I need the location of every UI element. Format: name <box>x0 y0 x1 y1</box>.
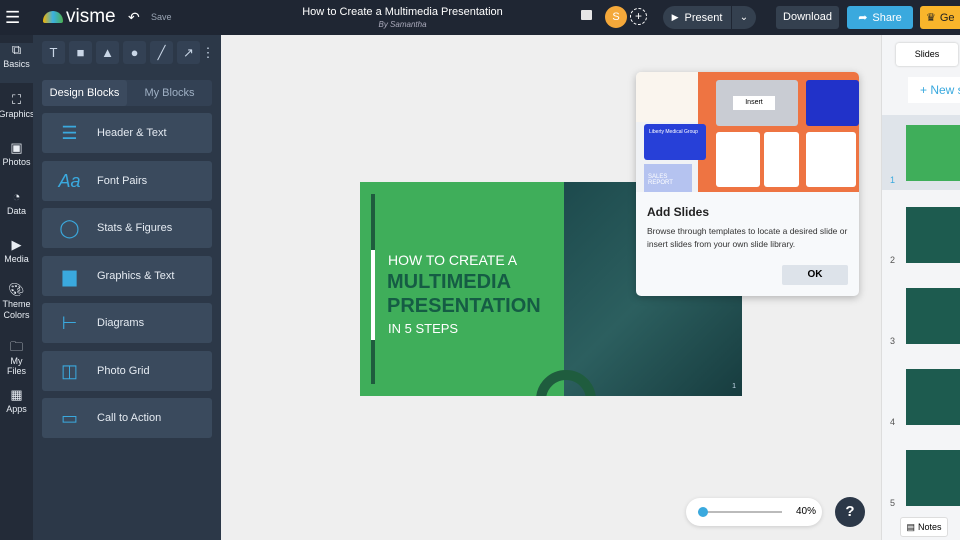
call-to-action-icon: ▭ <box>60 407 78 428</box>
download-button[interactable]: Download <box>776 6 839 29</box>
document-title[interactable]: How to Create a Multimedia Presentation <box>280 6 525 18</box>
diagram-icon: ⊢ <box>61 312 78 333</box>
play-icon: ▶ <box>671 12 679 22</box>
slide-accent-bar-light <box>371 250 375 340</box>
graphics-icon: ⛶ <box>11 92 22 107</box>
more-tools-icon[interactable]: ⋮ <box>202 41 215 64</box>
add-collaborator-icon[interactable]: + <box>630 8 647 25</box>
notes-button[interactable]: ▤ Notes <box>900 517 948 537</box>
header-text-icon: ☰ <box>61 122 78 143</box>
block-header-text[interactable]: ☰ Header & Text <box>42 113 212 153</box>
zoom-control: 40% <box>686 498 822 526</box>
popup-body: Browse through templates to locate a des… <box>647 226 848 249</box>
rail-apps[interactable]: ▦ Apps <box>0 387 33 415</box>
palette-icon: 🎨︎ <box>8 282 25 297</box>
triangle-tool[interactable]: ▲ <box>96 41 119 64</box>
photo-icon: ▣ <box>10 140 23 155</box>
image-icon: ▆ <box>62 265 77 286</box>
menu-icon[interactable]: ☰ <box>5 9 20 26</box>
comments-icon[interactable] <box>581 10 592 20</box>
help-button[interactable]: ? <box>835 497 865 527</box>
new-slide-button[interactable]: + New s <box>908 77 960 103</box>
left-rail: ⧉ Basics ⛶ Graphics ▣ Photos ◔ Data ▶ Media 🎨… <box>0 35 35 540</box>
block-graphics-text[interactable]: ▆ Graphics & Text <box>42 256 212 296</box>
zoom-slider-handle[interactable] <box>698 507 709 517</box>
zoom-value: 40% <box>796 506 817 517</box>
tab-design-blocks[interactable]: Design Blocks <box>42 80 127 106</box>
slide-thumb-3[interactable] <box>906 288 960 344</box>
rail-graphics[interactable]: ⛶ Graphics <box>0 92 35 120</box>
block-diagrams[interactable]: ⊢ Diagrams <box>42 303 212 343</box>
block-call-to-action[interactable]: ▭ Call to Action <box>42 398 212 438</box>
slide-number: 5 <box>890 498 896 508</box>
slide-number: 4 <box>890 417 896 427</box>
rail-data[interactable]: ◔ Data <box>0 189 33 217</box>
block-font-pairs[interactable]: Aa Font Pairs <box>42 161 212 201</box>
upgrade-button[interactable]: ♛ Ge <box>920 6 960 29</box>
slide-thumb-2[interactable] <box>906 207 960 263</box>
zoom-slider[interactable] <box>698 511 782 513</box>
arrow-tool[interactable]: ↗ <box>177 41 200 64</box>
present-options-button[interactable]: ⌄ <box>732 6 756 29</box>
tab-slides[interactable]: Slides <box>896 43 958 66</box>
visme-logo[interactable]: visme <box>43 6 116 28</box>
slide-number: 2 <box>890 255 896 265</box>
rail-media[interactable]: ▶ Media <box>0 237 33 265</box>
design-panel: T ■ ▲ ● ╱ ↗ ⋮ Design Blocks My Blocks ☰ H… <box>33 35 221 540</box>
line-tool[interactable]: ╱ <box>150 41 173 64</box>
notes-icon: ▤ <box>906 521 915 532</box>
template-thumb[interactable]: SALES REPORT <box>644 164 692 192</box>
block-photo-grid[interactable]: ◫ Photo Grid <box>42 351 212 391</box>
rail-basics[interactable]: ⧉ Basics <box>0 43 33 83</box>
folder-icon: 🗀 <box>9 339 23 354</box>
save-button[interactable]: Save <box>151 12 172 22</box>
media-icon: ▶ <box>11 237 22 252</box>
rail-my-files[interactable]: 🗀 My Files <box>0 339 33 377</box>
undo-icon[interactable]: ↶ <box>128 9 140 26</box>
slide-number: 1 <box>890 175 896 185</box>
slide-title-3: PRESENTATION <box>387 295 541 317</box>
avatar[interactable]: S <box>605 6 627 28</box>
slides-panel: Slides + New s 1 2 3 4 5 ▤ Notes <box>881 35 960 540</box>
share-button[interactable]: ➦ Share <box>847 6 913 29</box>
present-button[interactable]: ▶ Present <box>663 6 731 29</box>
slide-thumb-1[interactable] <box>906 125 960 181</box>
rectangle-tool[interactable]: ■ <box>69 41 92 64</box>
slide-number: 3 <box>890 336 896 346</box>
slide-title-1: HOW TO CREATE A <box>388 252 518 268</box>
insert-button[interactable]: Insert <box>733 96 775 110</box>
slide-title-2: MULTIMEDIA <box>387 271 512 293</box>
pie-chart-icon: ◔ <box>12 189 21 204</box>
apps-icon: ▦ <box>10 387 23 402</box>
slide-thumb-5[interactable] <box>906 450 960 506</box>
popup-title: Add Slides <box>647 205 710 219</box>
top-bar: ☰ visme ↶ Save How to Create a Multimedi… <box>0 0 960 35</box>
share-icon: ➦ <box>858 12 868 24</box>
circle-tool[interactable]: ● <box>123 41 146 64</box>
slide-page-number: 1 <box>732 383 736 390</box>
rail-theme-colors[interactable]: 🎨︎ Theme Colors <box>0 283 33 321</box>
text-tool[interactable]: T <box>42 41 65 64</box>
document-author: By Samantha <box>378 20 427 29</box>
blocks-icon: ⧉ <box>11 42 22 57</box>
stats-icon: ◯ <box>59 217 80 238</box>
slide-thumb-4[interactable] <box>906 369 960 425</box>
crown-icon: ♛ <box>926 12 936 24</box>
font-pairs-icon: Aa <box>58 170 81 191</box>
slide-title-4: IN 5 STEPS <box>388 321 459 336</box>
photo-grid-icon: ◫ <box>60 360 78 381</box>
templates-preview: Insert Liberty Medical Group SALES REPOR… <box>636 72 859 192</box>
template-thumb[interactable]: Liberty Medical Group <box>644 124 706 160</box>
tab-my-blocks[interactable]: My Blocks <box>127 80 212 106</box>
add-slides-popup: Insert Liberty Medical Group SALES REPOR… <box>636 72 859 296</box>
rail-photos[interactable]: ▣ Photos <box>0 140 33 168</box>
block-stats-figures[interactable]: ◯ Stats & Figures <box>42 208 212 248</box>
ok-button[interactable]: OK <box>782 265 848 285</box>
